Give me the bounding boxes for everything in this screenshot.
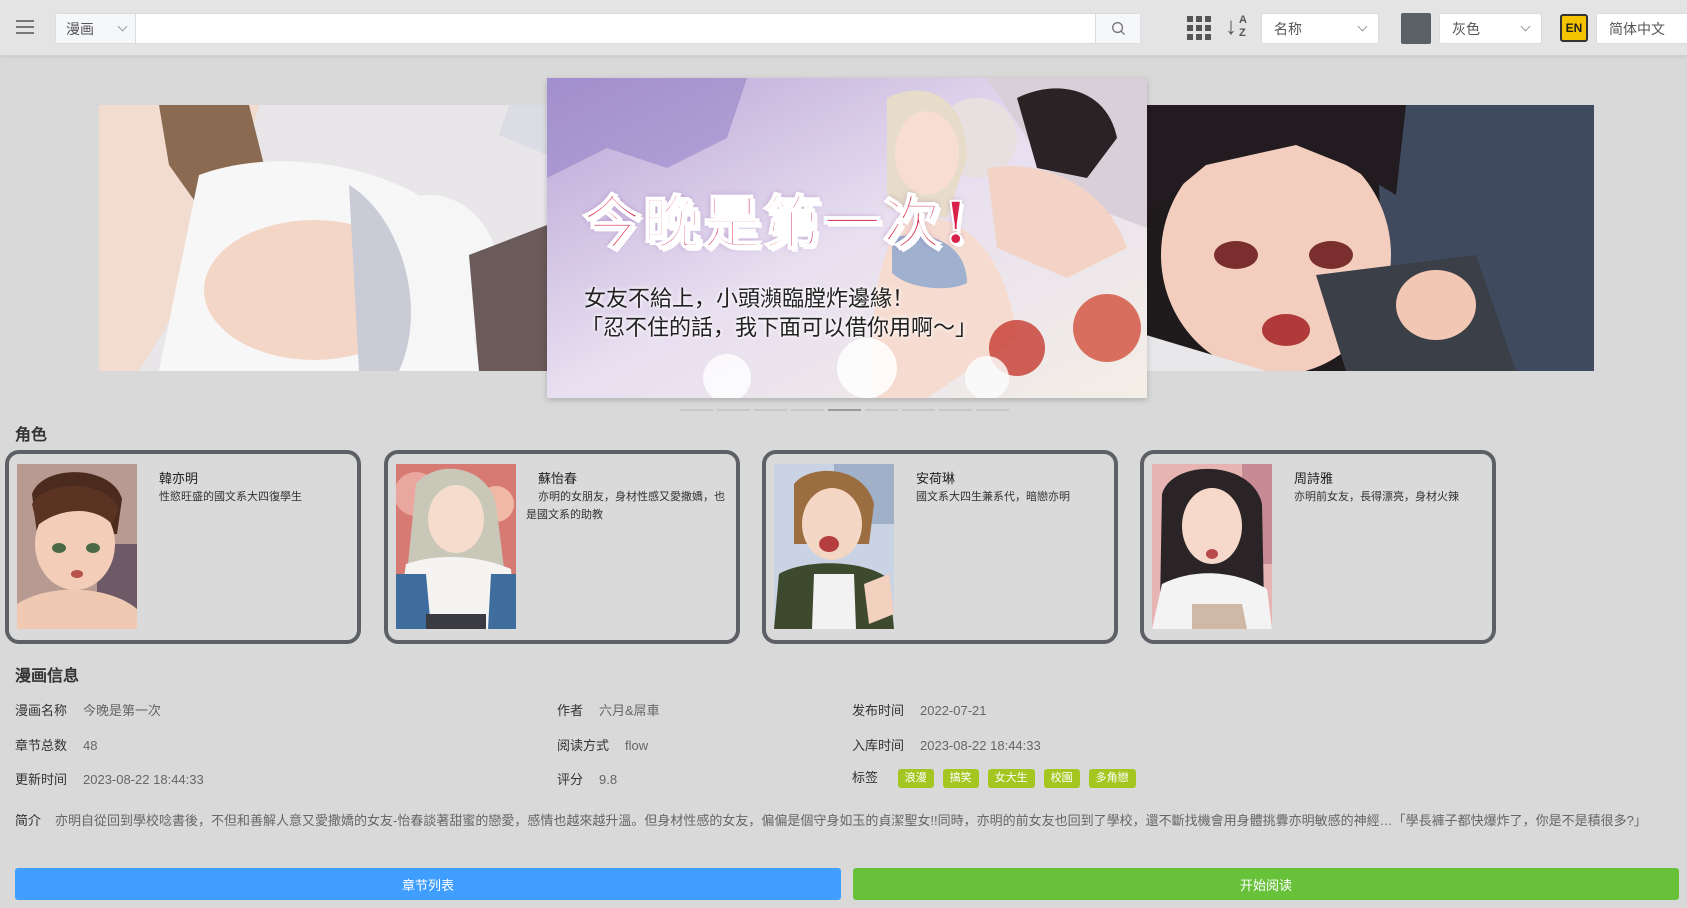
- chevron-down-icon: [1357, 21, 1368, 32]
- start-reading-button[interactable]: 开始阅读: [853, 868, 1679, 900]
- character-avatar: [17, 464, 137, 629]
- info-reading-mode: 阅读方式 flow: [557, 738, 649, 753]
- info-tags: 标签 浪漫 搞笑 女大生 校園 多角戀: [852, 767, 1136, 789]
- menu-icon[interactable]: [14, 16, 36, 38]
- info-stored-date: 入库时间 2023-08-22 18:44:33: [852, 738, 1041, 753]
- carousel-slide-next[interactable]: [1146, 105, 1594, 371]
- carousel-indicators: [680, 409, 1009, 411]
- carousel-slide-prev[interactable]: [99, 105, 547, 371]
- sort-field-value: 名称: [1274, 20, 1302, 37]
- character-description: 性慾旺盛的國文系大四復學生: [159, 491, 302, 503]
- search-type-select[interactable]: 漫画: [56, 14, 136, 43]
- carousel-dot[interactable]: [902, 409, 935, 411]
- carousel-dot[interactable]: [791, 409, 824, 411]
- character-description: 國文系大四生兼系代，暗戀亦明: [916, 491, 1070, 503]
- search-icon: [1111, 22, 1125, 36]
- carousel-slide-active[interactable]: 今晚是第一次! 女友不給上，小頭瀕臨膛炸邊緣！ 「忍不住的話，我下面可以借你用啊…: [547, 78, 1147, 398]
- synopsis: 简介 亦明自從回到學校唸書後，不但和善解人意又愛撒嬌的女友-怡春談著甜蜜的戀愛，感…: [15, 809, 1675, 832]
- character-name: 蘇怡春: [538, 471, 578, 486]
- theme-color-swatch: [1401, 13, 1431, 44]
- character-avatar: [774, 464, 894, 629]
- carousel-dot[interactable]: [865, 409, 898, 411]
- search-button[interactable]: [1095, 14, 1140, 43]
- tag-badge[interactable]: 搞笑: [942, 769, 979, 789]
- info-chapter-count: 章节总数 48: [15, 738, 98, 753]
- banner-subtitle: 女友不給上，小頭瀕臨膛炸邊緣！: [584, 286, 915, 311]
- search-bar: 漫画: [55, 13, 1141, 44]
- carousel-dot[interactable]: [717, 409, 750, 411]
- characters-heading: 角色: [15, 427, 48, 444]
- carousel-dot[interactable]: [828, 409, 861, 411]
- character-card[interactable]: 韓亦明 性慾旺盛的國文系大四復學生: [5, 450, 361, 644]
- info-publish-date: 发布时间 2022-07-21: [852, 703, 987, 718]
- synopsis-text: 亦明自從回到學校唸書後，不但和善解人意又愛撒嬌的女友-怡春談著甜蜜的戀愛，感情也…: [55, 813, 1647, 828]
- grid-view-icon[interactable]: [1187, 16, 1211, 40]
- language-value: 简体中文: [1609, 20, 1665, 37]
- info-heading: 漫画信息: [15, 668, 80, 685]
- carousel-dot[interactable]: [754, 409, 787, 411]
- carousel-dot[interactable]: [939, 409, 972, 411]
- info-updated-date: 更新时间 2023-08-22 18:44:33: [15, 772, 204, 787]
- character-name: 周詩雅: [1294, 471, 1334, 486]
- theme-color-value: 灰色: [1452, 20, 1480, 37]
- carousel-dot[interactable]: [680, 409, 713, 411]
- language-select[interactable]: 简体中文: [1596, 13, 1687, 44]
- character-description: 亦明前女友，長得漂亮，身材火辣: [1294, 491, 1459, 503]
- sort-field-select[interactable]: 名称: [1261, 13, 1379, 44]
- banner-carousel: 今晚是第一次! 女友不給上，小頭瀕臨膛炸邊緣！ 「忍不住的話，我下面可以借你用啊…: [0, 70, 1687, 415]
- character-card[interactable]: 周詩雅 亦明前女友，長得漂亮，身材火辣: [1140, 450, 1496, 644]
- character-description: 亦明的女朋友，身材性感又愛撒嬌，也是國文系的助教: [526, 491, 725, 521]
- character-card[interactable]: 安荷琳 國文系大四生兼系代，暗戀亦明: [762, 450, 1118, 644]
- chevron-down-icon: [1520, 21, 1531, 32]
- theme-color-select[interactable]: 灰色: [1439, 13, 1542, 44]
- character-name: 韓亦明: [159, 471, 199, 486]
- search-input[interactable]: [136, 14, 1095, 43]
- banner-subtitle: 「忍不住的話，我下面可以借你用啊～」: [581, 315, 978, 340]
- tag-badge[interactable]: 多角戀: [1088, 769, 1136, 789]
- search-type-label: 漫画: [66, 20, 94, 37]
- slide-illustration: [99, 105, 547, 371]
- sort-az-icon[interactable]: ↓ AZ: [1224, 13, 1252, 43]
- info-rating: 评分 9.8: [557, 772, 618, 787]
- tag-badge[interactable]: 浪漫: [897, 769, 934, 789]
- top-toolbar: 漫画 ↓ AZ 名称 灰色 EN 简体中文: [0, 0, 1687, 56]
- slide-illustration: [1146, 105, 1594, 371]
- info-name: 漫画名称 今晚是第一次: [15, 703, 162, 718]
- carousel-dot[interactable]: [976, 409, 1009, 411]
- tag-list: 浪漫 搞笑 女大生 校園 多角戀: [897, 769, 1136, 789]
- language-en-icon[interactable]: EN: [1560, 14, 1588, 42]
- tag-badge[interactable]: 女大生: [987, 769, 1035, 789]
- character-avatar: [1152, 464, 1272, 629]
- character-avatar: [396, 464, 516, 629]
- chapter-list-button[interactable]: 章节列表: [15, 868, 841, 900]
- banner-title: 今晚是第一次!: [582, 188, 971, 258]
- tag-badge[interactable]: 校園: [1043, 769, 1080, 789]
- chevron-down-icon: [117, 21, 128, 32]
- character-name: 安荷琳: [916, 471, 956, 486]
- character-card[interactable]: 蘇怡春 亦明的女朋友，身材性感又愛撒嬌，也是國文系的助教: [384, 450, 740, 644]
- info-author: 作者 六月&屌車: [557, 703, 660, 718]
- synopsis-label: 简介: [15, 813, 42, 828]
